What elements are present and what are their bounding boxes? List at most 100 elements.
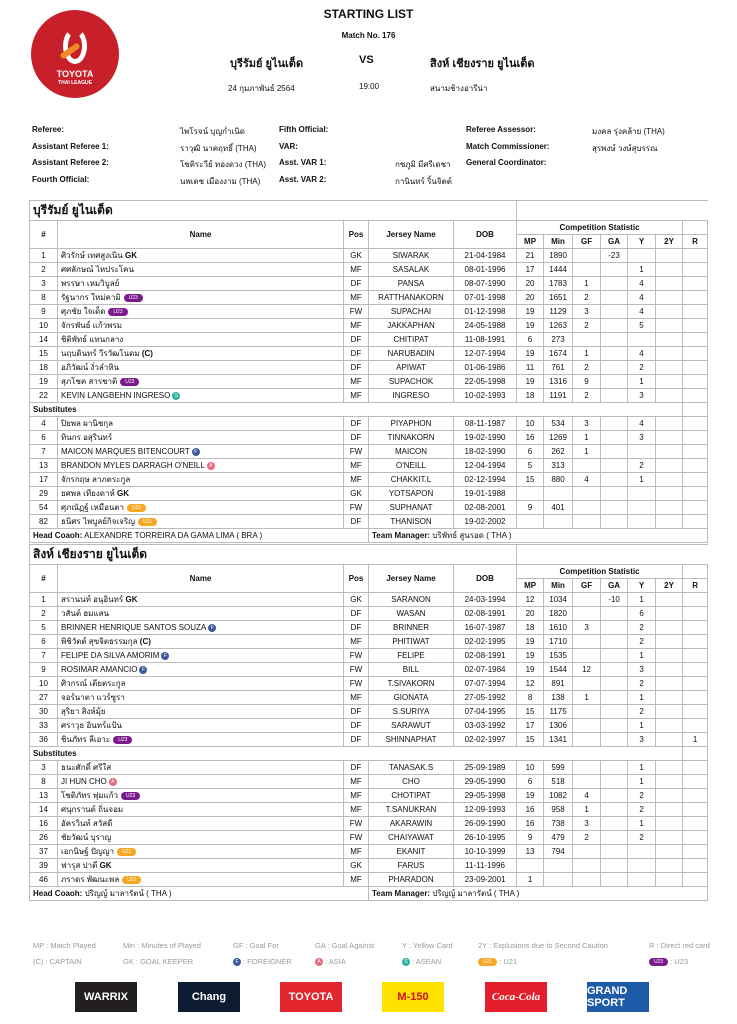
jersey-name: RATTHANAKORN [368, 290, 454, 305]
player-name-text: โชติภัทร พุ่มแก้ว [61, 791, 119, 800]
min: 262 [543, 444, 574, 459]
player-name-text: ศิวกรณ์ เตียตระกูล [61, 679, 126, 688]
player-name: ฟารุส ปาตี GK [57, 858, 344, 873]
match-number: Match No. 176 [341, 31, 396, 40]
y [627, 444, 657, 459]
y: 1 [627, 718, 657, 733]
legend-item: Min : Minutes of Played [123, 941, 201, 950]
player-name-text: ROSIMAR AMANCIO [61, 665, 138, 674]
position: DF [343, 620, 369, 635]
legend-item: (C) : CAPTAIN [33, 957, 82, 966]
r [682, 872, 709, 887]
position: MF [343, 472, 369, 487]
gf: 3 [572, 620, 602, 635]
player-name-text: JI HUN CHO [61, 777, 107, 786]
ga [600, 858, 629, 873]
min: 273 [543, 332, 574, 347]
player-name-text: พรรษา เหมวิบูลย์ [61, 279, 120, 288]
r [682, 248, 709, 263]
ga [600, 788, 629, 803]
player-number: 19 [29, 374, 58, 389]
y2 [655, 760, 684, 775]
u23-badge-icon: U23 [649, 958, 669, 967]
mp [516, 514, 545, 529]
ga [600, 606, 629, 621]
player-role-tag: GK [125, 251, 137, 260]
position: MF [343, 318, 369, 333]
player-name-text: ชิติพัทธ์ แทนกลาง [61, 335, 124, 344]
ga [600, 430, 629, 445]
dob: 10-10-1999 [452, 844, 518, 859]
player-role-tag: GK [99, 861, 112, 870]
min: 1034 [543, 592, 574, 607]
player-name-text: ทินกร อสุรินทร์ [61, 433, 113, 442]
u21-badge-icon: U21 [127, 503, 147, 512]
player-number: 8 [29, 290, 58, 305]
mp: 19 [516, 304, 545, 319]
official-value: โชติระวีย์ ทองดวง (THA) [180, 160, 267, 169]
mp: 11 [516, 360, 545, 375]
position: GK [343, 486, 369, 501]
legend-item: MP : Match Played [33, 941, 96, 950]
min [543, 486, 574, 501]
player-name: ภราดร พัฒนะพล U21 [57, 872, 344, 887]
official-label: Assistant Referee 2: [32, 158, 109, 167]
jersey-name: CHITIPAT [368, 332, 454, 347]
player-row: 17 จักรกฤษ ลาภตระกูล MF CHAKKIT.L 02-12-1994… [29, 472, 709, 487]
y2 [655, 802, 684, 817]
player-number: 36 [29, 732, 58, 747]
min: 1544 [543, 662, 574, 677]
player-name: นฤบดินทร์ วีรวัฒโนดม (C) [57, 346, 344, 361]
jersey-name: CHAKKIT.L [368, 472, 454, 487]
y2 [655, 374, 684, 389]
ga [600, 634, 629, 649]
player-number: 10 [29, 318, 58, 333]
dob: 07-07-1994 [452, 676, 518, 691]
y2 [655, 774, 684, 789]
min: 313 [543, 458, 574, 473]
player-name-text: ชัยวัฒน์ บุราญ [61, 833, 112, 842]
player-name: รัฐนากร ใหม่คามิ U23 [57, 290, 344, 305]
player-role-tag: GK [116, 489, 129, 498]
player-row: 5 BRINNER HENRIQUE SANTOS SOUZA F DF BRINNER… [29, 620, 709, 635]
jersey-name: BRINNER [368, 620, 454, 635]
r [682, 514, 709, 529]
min: 1890 [543, 248, 574, 263]
y: 3 [627, 388, 657, 403]
sponsor-logo-m-150: M-150 [382, 982, 444, 1012]
player-row: 18 อภิวัฒน์ งั่วลำหิน DF APIWAT 01-06-1986 11… [29, 360, 709, 375]
page-title: STARTING LIST [323, 7, 414, 21]
player-row: 54 ศุภณัฏฐ์ เหมือนตา U21 FW SUPHANAT 02-08-20… [29, 500, 709, 515]
player-role-tag: (C) [139, 637, 151, 646]
player-name: ศิวรักษ์ เทศสูงเนิน GK [57, 248, 344, 263]
r [682, 346, 709, 361]
mp: 18 [516, 388, 545, 403]
y2 [655, 514, 684, 529]
u21-badge-icon: U21 [137, 517, 158, 526]
r [682, 676, 709, 691]
ga: -23 [600, 248, 629, 263]
dob: 21-04-1984 [452, 248, 518, 263]
u21-badge-icon: U21 [478, 958, 498, 967]
min: 738 [543, 816, 574, 831]
column-header-ga: GA [600, 578, 629, 593]
legend-item: GF : Goal For [233, 941, 279, 950]
gf: 3 [572, 416, 602, 431]
r [682, 416, 709, 431]
player-name: BRANDON MYLES DARRAGH O'NEILL A [57, 458, 344, 473]
player-name-text: จักรกฤษ ลาภตระกูล [61, 475, 131, 484]
dob: 02-08-2001 [452, 500, 518, 515]
head-coach: Head Coaoh: ALEXANDRE TORREIRA DA GAMA L… [29, 528, 369, 543]
mp: 19 [516, 374, 545, 389]
y: 2 [627, 802, 657, 817]
min: 1175 [543, 704, 574, 719]
player-name-text: ศิวรักษ์ เทศสูงเนิน [61, 251, 123, 260]
dob: 29-05-1998 [452, 788, 518, 803]
player-number: 15 [29, 346, 58, 361]
column-header-r: R [682, 234, 709, 249]
y2 [655, 872, 684, 887]
player-number: 29 [29, 486, 58, 501]
mp: 16 [516, 816, 545, 831]
player-number: 6 [29, 634, 58, 649]
player-name-text: ศศลักษณ์ ไหประโคน [61, 265, 134, 274]
